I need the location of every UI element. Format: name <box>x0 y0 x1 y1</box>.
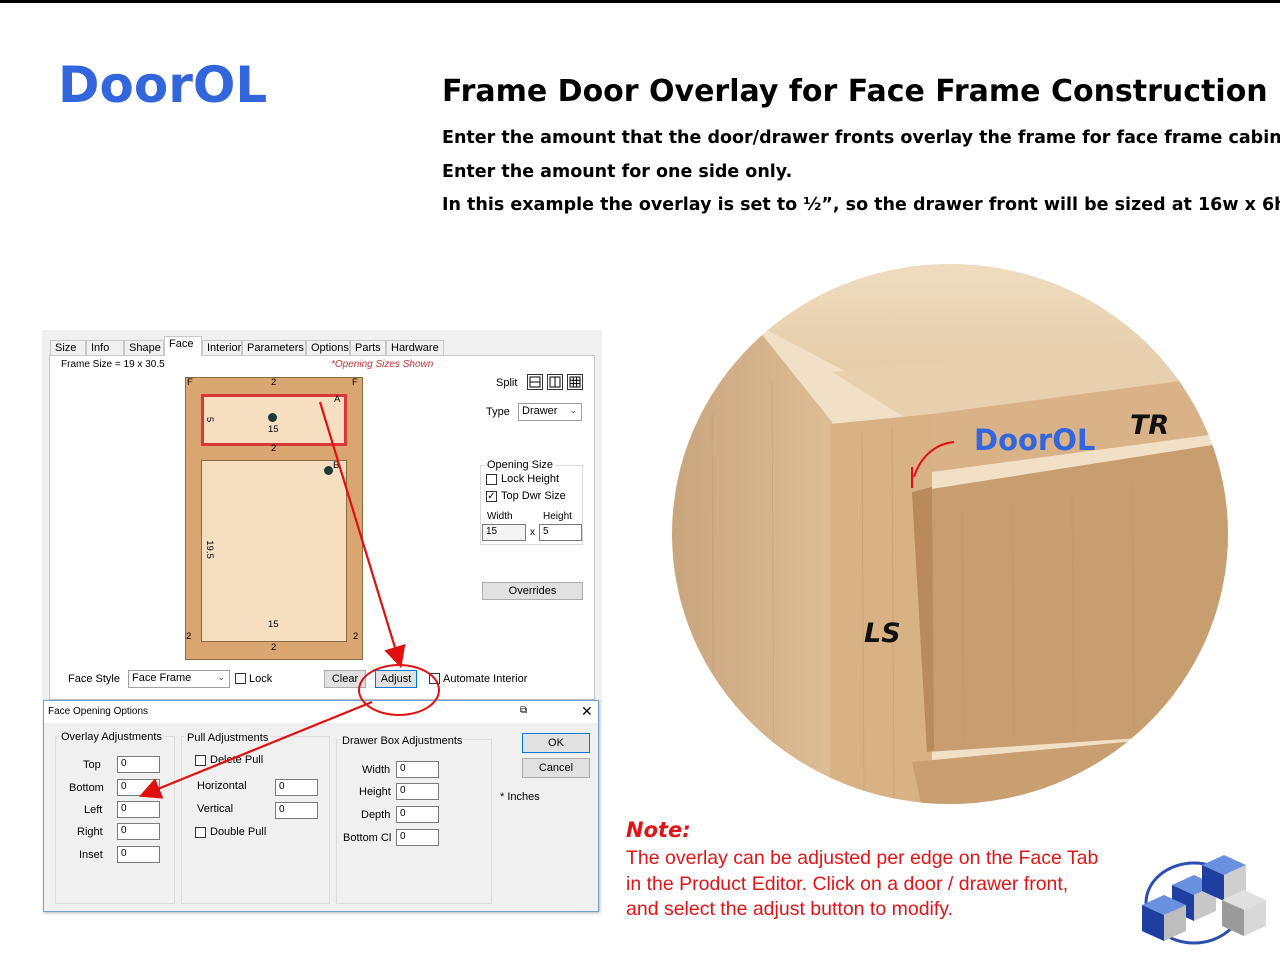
note-title: Note: <box>626 818 691 842</box>
arrow-to-overlay-fields <box>138 700 373 799</box>
arrow-to-adjust <box>318 401 406 669</box>
photo-tr-label: TR <box>1130 410 1170 441</box>
cabinet-closeup-illustration <box>672 264 1228 804</box>
cube-logo-icon <box>1142 855 1266 945</box>
note-body: The overlay can be adjusted per edge on … <box>626 847 1099 921</box>
photo-doorol-label: DoorOL <box>974 423 1096 457</box>
tab-face[interactable]: Face <box>164 336 202 356</box>
photo-ls-label: LS <box>864 618 901 649</box>
